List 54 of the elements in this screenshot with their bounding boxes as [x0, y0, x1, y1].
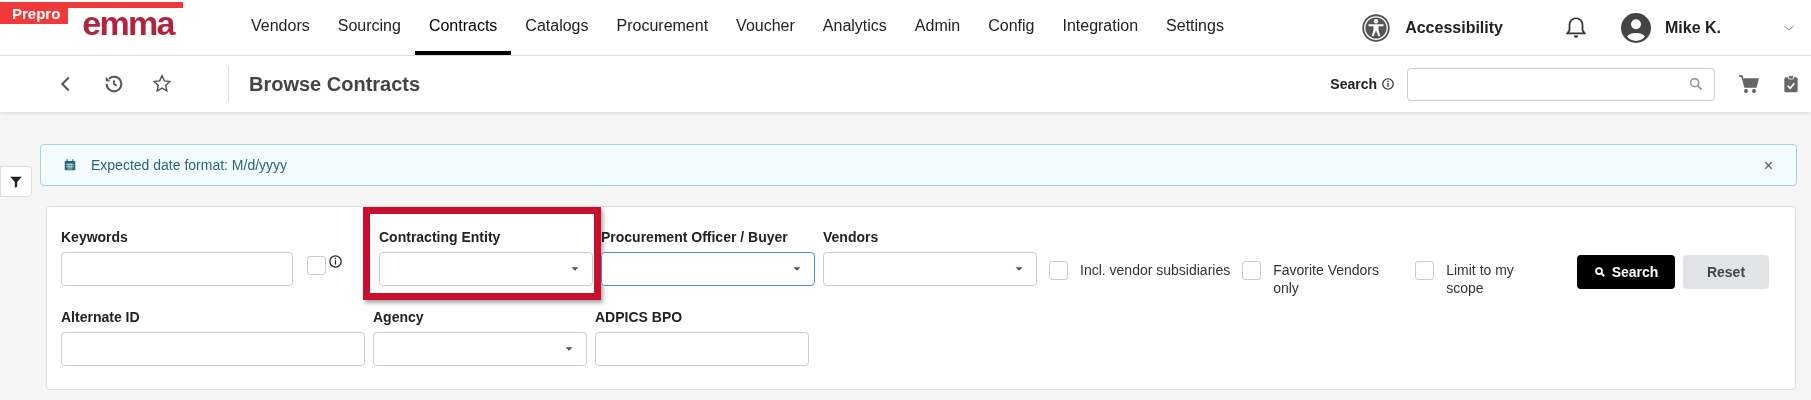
dropdown-field[interactable] — [601, 252, 815, 286]
checkbox[interactable] — [307, 256, 326, 275]
dropdown-field[interactable] — [823, 252, 1037, 286]
dropdown-field[interactable] — [373, 332, 587, 366]
clipboard-check-icon[interactable] — [1781, 73, 1801, 95]
search-label: Search — [1330, 74, 1377, 94]
cart-icon[interactable] — [1737, 72, 1761, 96]
input-field[interactable] — [61, 252, 293, 286]
close-icon[interactable] — [1763, 159, 1774, 171]
accessibility-icon[interactable] — [1361, 12, 1392, 43]
checkbox-label[interactable]: Limit to my scope — [1446, 261, 1547, 297]
checkbox[interactable] — [1049, 261, 1068, 280]
nav-tab[interactable]: Settings — [1152, 0, 1238, 55]
dropdown-field[interactable] — [379, 252, 593, 286]
filter-button[interactable] — [0, 166, 32, 197]
field-label: Keywords — [61, 228, 129, 247]
checkbox-label[interactable]: Favorite Vendors only — [1273, 261, 1404, 297]
input-field[interactable] — [61, 332, 365, 366]
nav-tab[interactable]: Vendors — [237, 0, 324, 55]
page-title: Browse Contracts — [249, 72, 421, 97]
field-label: ADPICS BPO — [595, 308, 684, 327]
info-icon — [1381, 77, 1395, 91]
field-label: Procurement Officer / Buyer — [601, 228, 789, 247]
field-label: Vendors — [823, 228, 880, 247]
search-button[interactable]: Search — [1577, 255, 1675, 289]
accessibility-label[interactable]: Accessibility — [1405, 15, 1503, 40]
search-field[interactable] — [1407, 67, 1715, 101]
nav-tab[interactable]: Procurement — [602, 0, 723, 55]
calendar-icon — [63, 158, 77, 172]
nav-tab[interactable]: Voucher — [722, 0, 809, 55]
field-label: Contracting Entity — [379, 228, 502, 247]
alert-message: Expected date format: M/d/yyyy — [91, 155, 288, 175]
nav-tab[interactable]: Analytics — [808, 0, 901, 55]
star-icon[interactable] — [151, 73, 173, 95]
field-label: Agency — [373, 308, 425, 327]
nav-tab[interactable]: Admin — [900, 0, 975, 55]
checkbox[interactable] — [1242, 261, 1262, 280]
nav-tab[interactable]: Sourcing — [323, 0, 415, 55]
checkbox-label[interactable]: Incl. vendor subsidiaries — [1080, 261, 1231, 279]
field-label: Alternate ID — [61, 308, 141, 327]
user-avatar-icon[interactable] — [1621, 12, 1651, 43]
history-icon[interactable] — [103, 73, 125, 95]
input-field[interactable] — [595, 332, 809, 366]
nav-tab[interactable]: Config — [974, 0, 1049, 55]
search-icon — [1688, 76, 1704, 92]
nav-tab[interactable]: Integration — [1048, 0, 1153, 55]
environment-label: Prepro — [12, 4, 61, 24]
filter-icon — [9, 174, 23, 189]
reset-button[interactable]: Reset — [1683, 255, 1769, 289]
search-icon — [1593, 266, 1606, 278]
notification-bell-icon[interactable] — [1563, 14, 1589, 41]
checkbox[interactable] — [1415, 261, 1435, 280]
user-name[interactable]: Mike K. — [1665, 15, 1721, 40]
nav-tab[interactable]: Catalogs — [511, 0, 603, 55]
